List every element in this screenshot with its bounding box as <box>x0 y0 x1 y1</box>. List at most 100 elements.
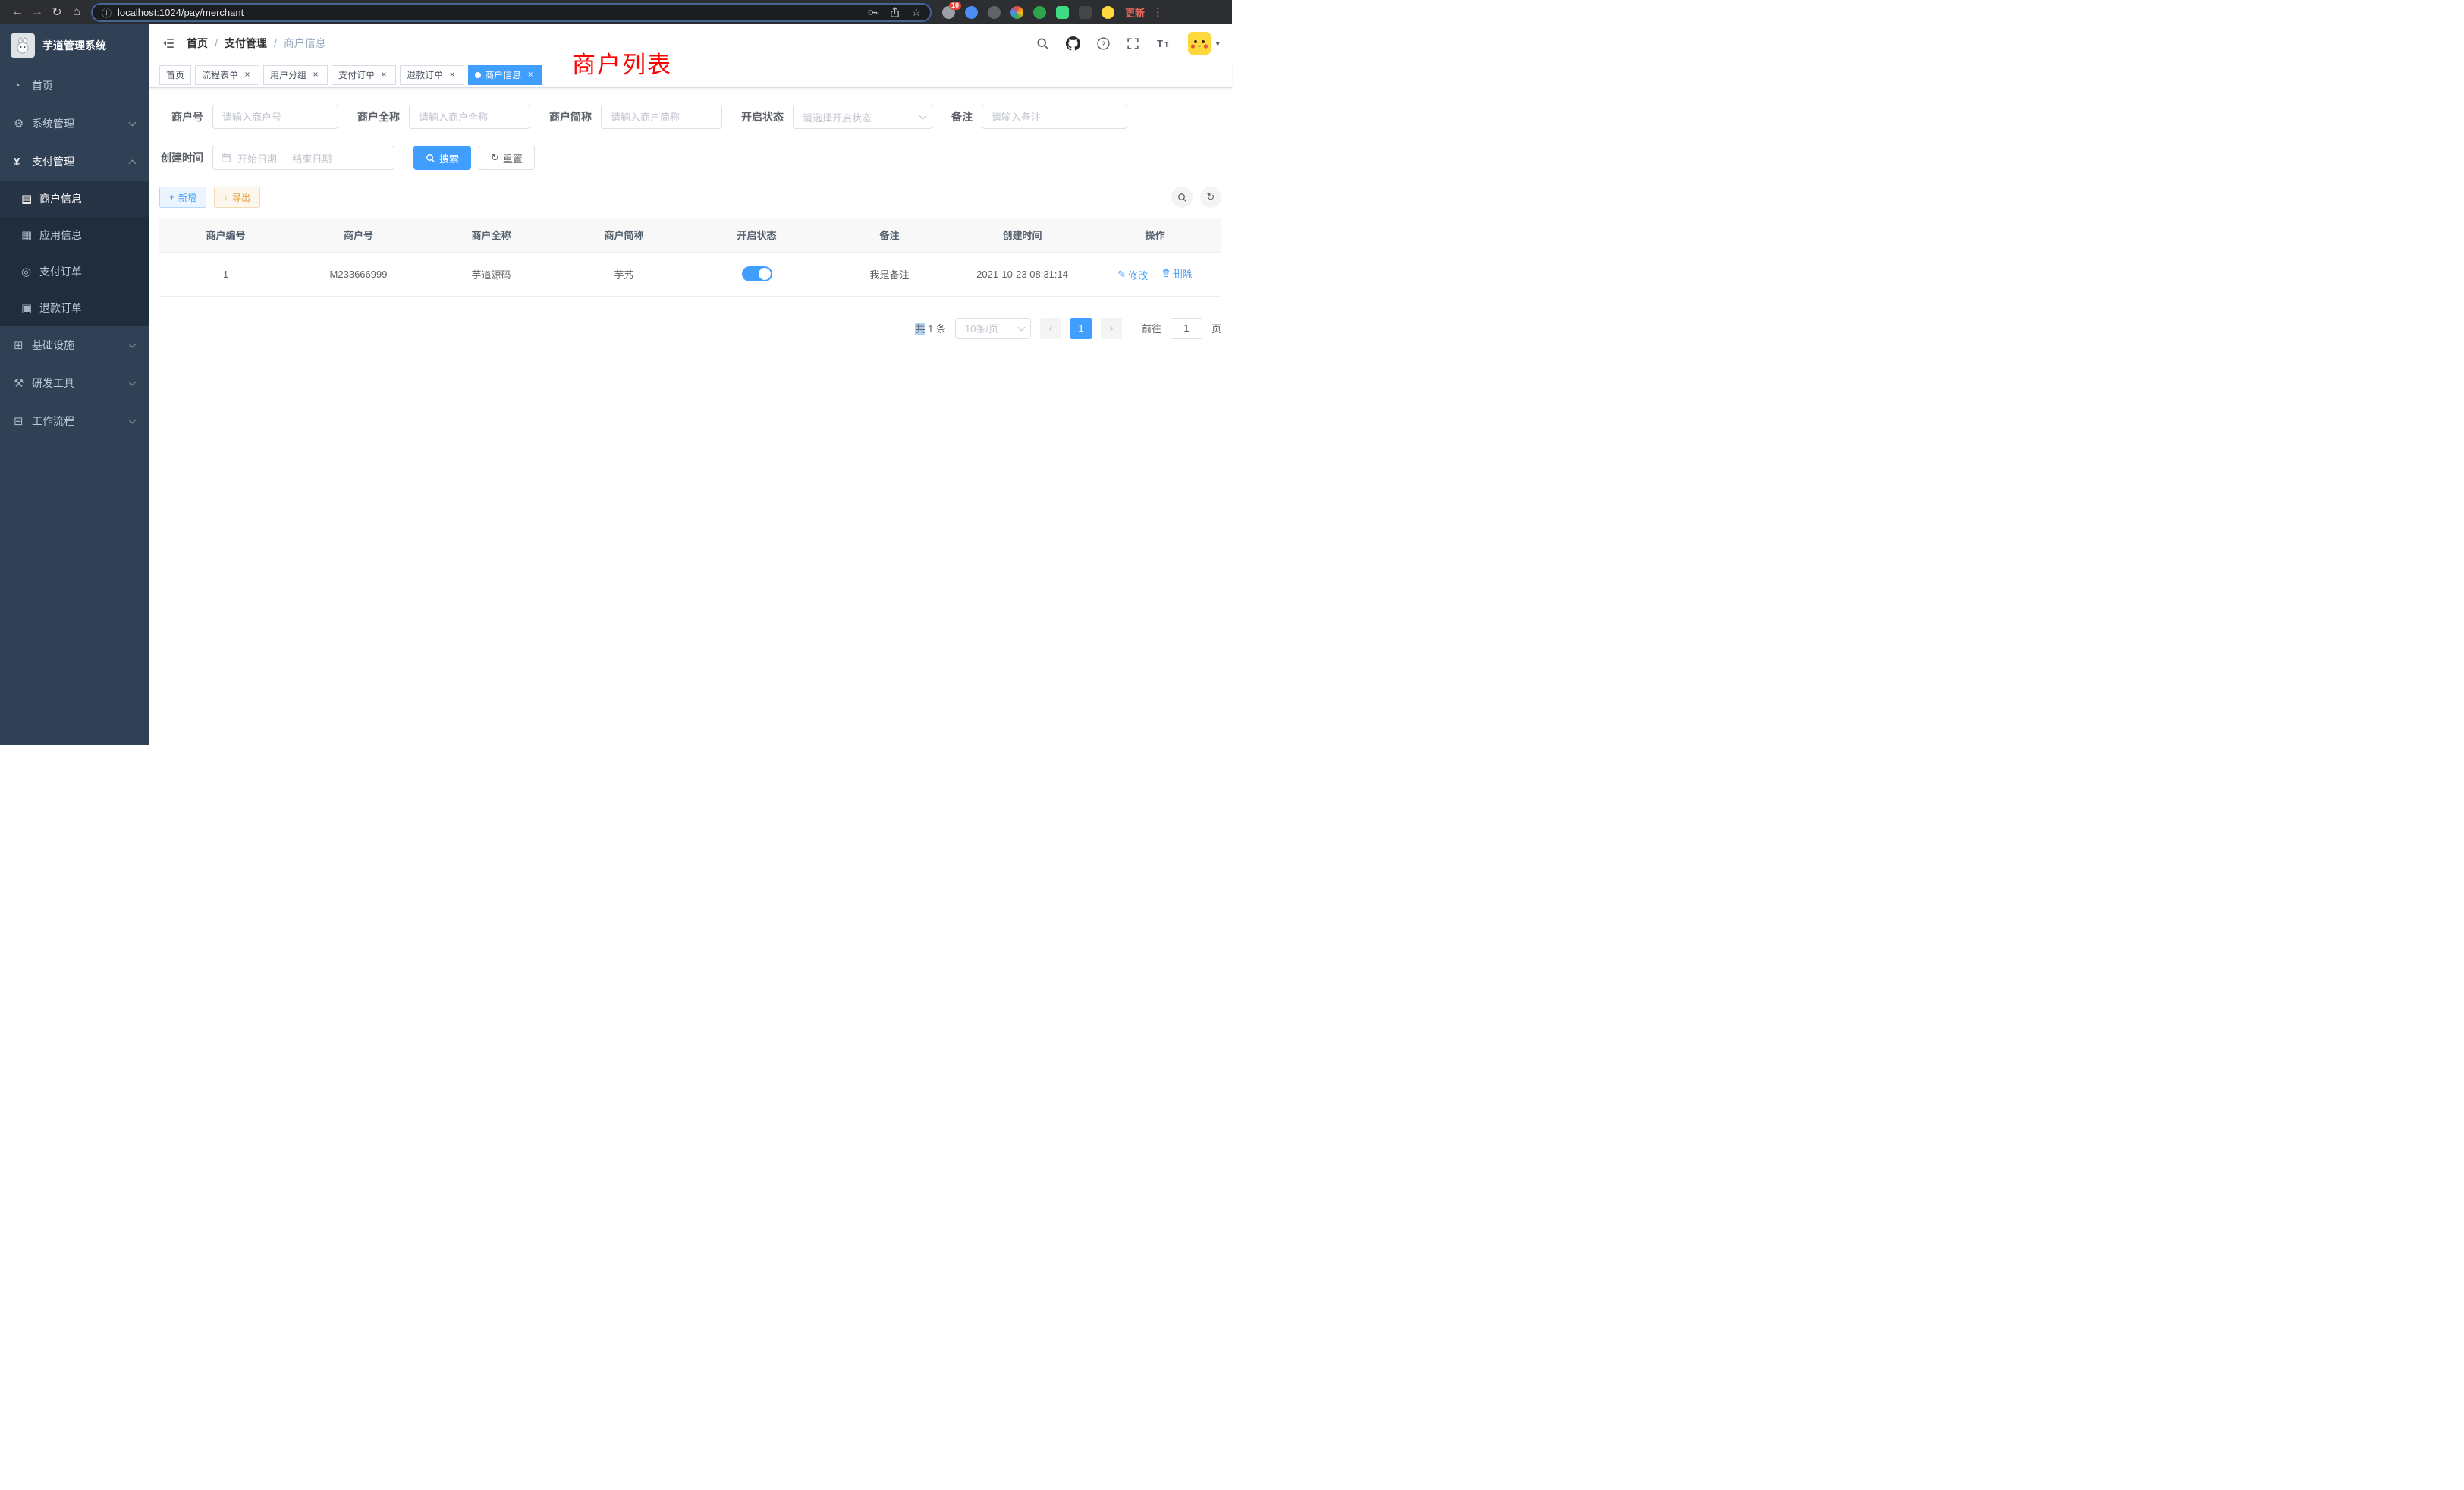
reset-button[interactable]: ↻ 重置 <box>479 146 535 170</box>
page-number-button[interactable]: 1 <box>1070 318 1092 339</box>
tab-refund-order[interactable]: 退款订单 × <box>400 65 464 85</box>
breadcrumb-separator: / <box>274 37 277 49</box>
extension-icon[interactable] <box>1010 6 1023 19</box>
search-icon[interactable] <box>1036 37 1049 50</box>
remark-input[interactable] <box>982 105 1127 129</box>
help-icon[interactable]: ? <box>1097 37 1110 50</box>
share-icon[interactable] <box>889 7 900 18</box>
extension-icon[interactable] <box>1102 6 1114 19</box>
sidebar-item-label: 支付订单 <box>39 264 82 279</box>
github-icon[interactable] <box>1066 36 1080 51</box>
user-avatar-menu[interactable]: ▾ <box>1188 32 1220 55</box>
short-name-input[interactable] <box>601 105 722 129</box>
extension-icon[interactable] <box>965 6 978 19</box>
tab-close-icon[interactable]: × <box>447 70 457 80</box>
sidebar-item-infra[interactable]: ⊞ 基础设施 <box>0 326 149 364</box>
page-size-value: 10条/页 <box>965 321 998 335</box>
sidebar-item-system[interactable]: ⚙ 系统管理 <box>0 105 149 143</box>
sidebar-item-refund-order[interactable]: ▣ 退款订单 <box>0 290 149 326</box>
fullscreen-icon[interactable] <box>1127 37 1139 50</box>
tab-user-group[interactable]: 用户分组 × <box>263 65 328 85</box>
pagination: 共 1 条 10条/页 ‹ 1 › 前往 页 <box>159 318 1221 339</box>
tab-process-form[interactable]: 流程表单 × <box>195 65 259 85</box>
target-icon: ◎ <box>21 265 39 278</box>
prev-page-button[interactable]: ‹ <box>1040 318 1061 339</box>
password-key-icon[interactable] <box>867 7 878 18</box>
delete-link[interactable]: 删除 <box>1161 266 1193 281</box>
sidebar-logo[interactable]: 芋道管理系统 <box>0 24 149 67</box>
sidebar-item-devtools[interactable]: ⚒ 研发工具 <box>0 364 149 402</box>
breadcrumb-home[interactable]: 首页 <box>187 36 208 51</box>
search-button[interactable]: 搜索 <box>413 146 471 170</box>
tab-merchant-info[interactable]: 商户信息 × <box>468 65 542 85</box>
sidebar-item-merchant-info[interactable]: ▤ 商户信息 <box>0 181 149 217</box>
download-icon: ↓ <box>224 192 228 203</box>
yen-icon: ¥ <box>14 156 32 168</box>
add-button[interactable]: + 新增 <box>159 187 206 208</box>
refresh-table-icon[interactable]: ↻ <box>1200 187 1221 208</box>
date-start-placeholder: 开始日期 <box>237 151 277 165</box>
tab-close-icon[interactable]: × <box>379 70 389 80</box>
card-icon: ▤ <box>21 192 39 206</box>
extension-icon[interactable] <box>1079 6 1092 19</box>
sidebar-collapse-icon[interactable] <box>161 37 174 49</box>
goto-page-input[interactable] <box>1171 318 1202 339</box>
sidebar-item-label: 商户信息 <box>39 191 82 206</box>
address-bar[interactable]: ⓘ localhost:1024/pay/merchant ☆ <box>91 3 932 22</box>
chevron-down-icon <box>129 379 137 386</box>
toggle-search-icon[interactable] <box>1171 187 1193 208</box>
browser-menu-icon[interactable]: ⋮ <box>1152 5 1164 19</box>
browser-home-icon[interactable]: ⌂ <box>67 5 86 19</box>
sidebar-item-payment[interactable]: ¥ 支付管理 <box>0 143 149 181</box>
browser-reload-icon[interactable]: ↻ <box>47 5 67 20</box>
extension-icon[interactable] <box>988 6 1001 19</box>
next-page-button[interactable]: › <box>1101 318 1122 339</box>
tab-close-icon[interactable]: × <box>310 70 321 80</box>
tab-home[interactable]: 首页 <box>159 65 191 85</box>
browser-update-button[interactable]: 更新 <box>1125 5 1145 20</box>
tab-label: 用户分组 <box>270 68 306 81</box>
breadcrumb-current: 商户信息 <box>284 36 326 51</box>
extension-icon[interactable] <box>1033 6 1046 19</box>
svg-text:?: ? <box>1102 40 1106 49</box>
export-button[interactable]: ↓ 导出 <box>214 187 260 208</box>
breadcrumb-payment[interactable]: 支付管理 <box>225 36 267 51</box>
page-size-select[interactable]: 10条/页 <box>955 318 1031 339</box>
table-header-row: 商户编号 商户号 商户全称 商户简称 开启状态 备注 创建时间 操作 <box>159 218 1221 252</box>
date-end-placeholder: 结束日期 <box>292 151 332 165</box>
sidebar-item-home[interactable]: ◔ 首页 <box>0 67 149 105</box>
top-navbar: 首页 / 支付管理 / 商户信息 ? T <box>149 24 1232 62</box>
font-size-icon[interactable]: TT <box>1156 37 1171 49</box>
full-name-input[interactable] <box>409 105 530 129</box>
merchant-table: 商户编号 商户号 商户全称 商户简称 开启状态 备注 创建时间 操作 1 M23… <box>159 218 1221 297</box>
sidebar-item-app-info[interactable]: ▦ 应用信息 <box>0 217 149 253</box>
edit-link[interactable]: ✎修改 <box>1117 268 1148 282</box>
col-merchant-id: 商户编号 <box>159 218 292 252</box>
cell-merchant-id: 1 <box>159 252 292 296</box>
tab-label: 商户信息 <box>485 68 521 81</box>
status-select[interactable]: 请选择开启状态 <box>793 105 932 129</box>
sidebar-item-workflow[interactable]: ⊟ 工作流程 <box>0 402 149 440</box>
browser-forward-icon[interactable]: → <box>27 5 47 19</box>
caret-down-icon: ▾ <box>1215 39 1220 49</box>
browser-back-icon[interactable]: ← <box>8 5 27 19</box>
status-toggle[interactable] <box>742 266 772 281</box>
extension-icon[interactable]: 10 <box>942 6 955 19</box>
sidebar-item-label: 支付管理 <box>32 154 74 169</box>
sidebar-item-pay-order[interactable]: ◎ 支付订单 <box>0 253 149 290</box>
extension-icon[interactable] <box>1056 6 1069 19</box>
merchant-no-input[interactable] <box>212 105 338 129</box>
create-time-range-picker[interactable]: 开始日期 - 结束日期 <box>212 146 394 170</box>
breadcrumb: 首页 / 支付管理 / 商户信息 <box>187 36 326 51</box>
tab-pay-order[interactable]: 支付订单 × <box>332 65 396 85</box>
tab-close-icon[interactable]: × <box>525 70 536 80</box>
status-label: 开启状态 <box>741 109 784 124</box>
cell-remark: 我是备注 <box>823 252 956 296</box>
bookmark-star-icon[interactable]: ☆ <box>911 6 921 19</box>
sidebar-item-label: 工作流程 <box>32 413 74 429</box>
refresh-icon: ↻ <box>491 152 499 164</box>
tools-icon: ⚒ <box>14 376 32 390</box>
site-info-icon[interactable]: ⓘ <box>102 5 112 20</box>
total-text: 共 1 条 <box>915 321 946 335</box>
tab-close-icon[interactable]: × <box>242 70 253 80</box>
